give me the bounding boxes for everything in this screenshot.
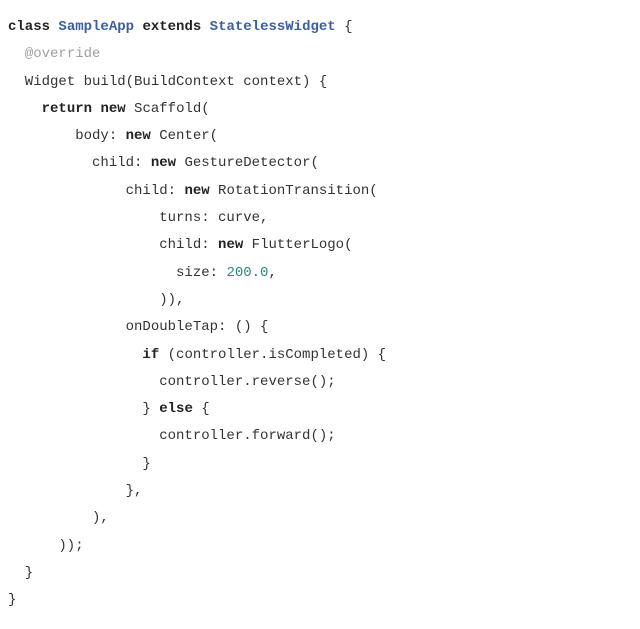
code-snippet: class SampleApp extends StatelessWidget … [8,14,632,615]
keyword-new: new [151,155,176,171]
code-text: ), [8,510,109,526]
code-text: } [8,592,16,608]
code-line: Widget build(BuildContext context) { [8,74,327,90]
brace: { [336,19,353,35]
keyword-return: return [42,101,92,117]
code-text: }, [8,483,142,499]
keyword-extends: extends [142,19,201,35]
code-text: turns: curve, [8,210,268,226]
code-text: controller.reverse(); [8,374,336,390]
keyword-new: new [126,128,151,144]
code-text: } [8,565,33,581]
code-text: GestureDetector( [176,155,319,171]
code-text: (controller.isCompleted) { [159,347,386,363]
code-text: )), [8,292,184,308]
code-text: onDoubleTap: () { [8,319,268,335]
code-text: )); [8,538,84,554]
keyword-new: new [184,183,209,199]
code-text: { [193,401,210,417]
code-text: FlutterLogo( [243,237,352,253]
code-text: } [8,456,151,472]
number-literal: 200.0 [226,265,268,281]
keyword-else: else [159,401,193,417]
code-text: child: [8,183,184,199]
annotation-override: @override [25,46,101,62]
keyword-new: new [100,101,125,117]
code-text: size: [8,265,226,281]
code-text: child: [8,237,218,253]
comma: , [268,265,276,281]
code-text: body: [8,128,126,144]
keyword-class: class [8,19,50,35]
keyword-new: new [218,237,243,253]
code-text: Scaffold( [126,101,210,117]
super-class-name: StatelessWidget [210,19,336,35]
code-text: } [8,401,159,417]
code-text: Center( [151,128,218,144]
code-text: child: [8,155,151,171]
keyword-if: if [142,347,159,363]
code-text: controller.forward(); [8,428,336,444]
code-text: RotationTransition( [210,183,378,199]
class-name: SampleApp [58,19,134,35]
